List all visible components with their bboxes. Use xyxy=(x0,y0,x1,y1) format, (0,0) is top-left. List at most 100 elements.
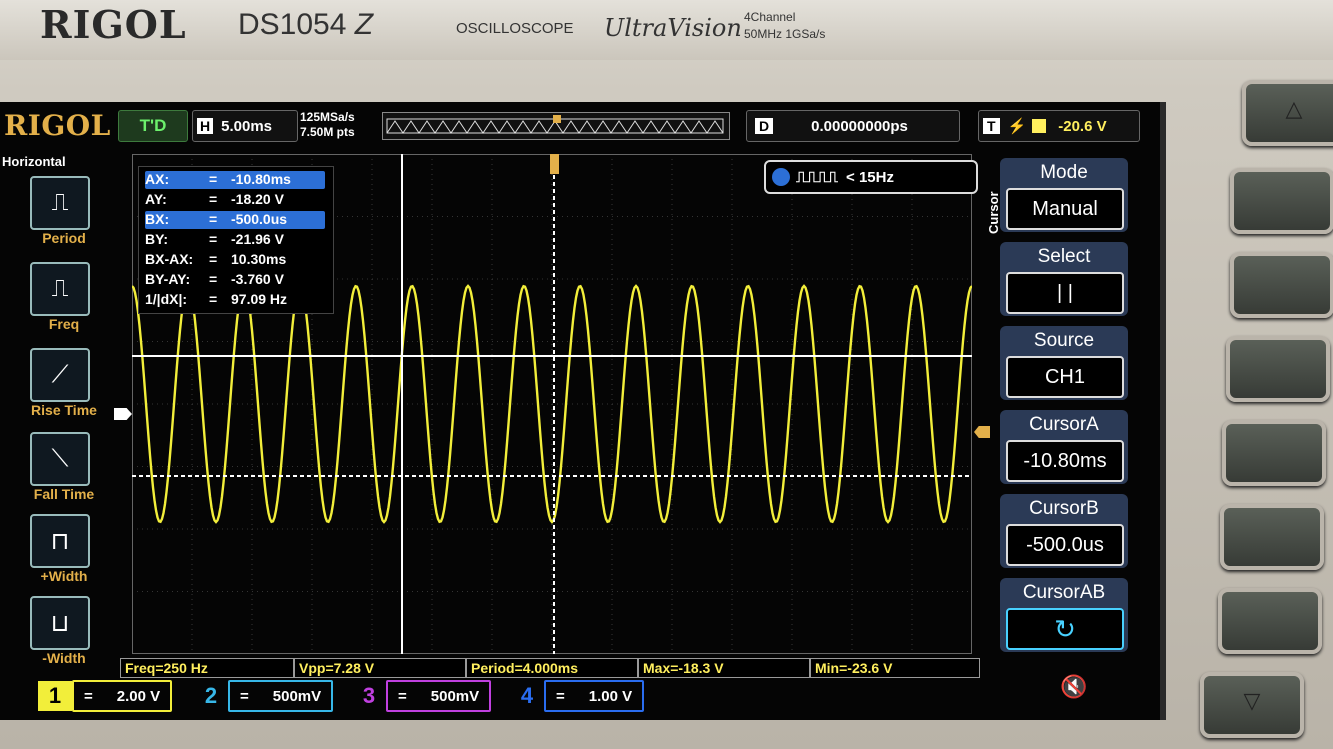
cursor-readout-row: BY-AY: = -3.760 V xyxy=(145,271,284,287)
trigger-position-marker xyxy=(550,154,559,174)
menu-item-period[interactable]: ⎍ Period xyxy=(14,174,106,254)
cursor-readout-panel: AX: = -10.80ms AY: = -18.20 V BX: = -500.0us B… xyxy=(138,166,334,314)
channel-1-number: 1 xyxy=(38,681,72,711)
menu-up-button[interactable]: △ xyxy=(1242,80,1333,146)
cursor-readout-row: BX: = -500.0us xyxy=(145,211,325,229)
counter-icon xyxy=(772,168,790,186)
measurement-item: Vpp=7.28 V xyxy=(294,658,466,678)
cursor-a-title: CursorA xyxy=(1029,414,1099,435)
menu-softkey-5[interactable] xyxy=(1220,504,1324,570)
menu-item-freq[interactable]: ⎍ Freq xyxy=(14,260,106,340)
counter-value: < 15Hz xyxy=(846,168,894,186)
menu-item-period-label: Period xyxy=(42,230,86,246)
channel-1-ground-marker xyxy=(114,408,132,420)
fall-time-icon: ⟍ xyxy=(30,432,90,486)
horizontal-menu-title: Horizontal xyxy=(2,154,66,169)
channel-2-badge[interactable]: 2 = 500mV xyxy=(194,680,334,712)
menu-item-rise-time-label: Rise Time xyxy=(31,402,97,418)
channel-3-scale: = 500mV xyxy=(386,680,492,712)
trigger-value: -20.6 V xyxy=(1058,117,1107,135)
timebase-value: 5.00ms xyxy=(221,117,272,135)
channel-3-badge[interactable]: 3 = 500mV xyxy=(352,680,492,712)
trigger-source-icon xyxy=(1032,119,1047,133)
spec-channels: 4Channel xyxy=(744,10,796,24)
cursor-ab-title: CursorAB xyxy=(1022,582,1106,603)
memory-strip-graphic xyxy=(386,115,724,134)
series-logo: UltraVision xyxy=(604,14,742,42)
down-arrow-icon: ▽ xyxy=(1243,688,1261,713)
delay-value: 0.00000000ps xyxy=(811,117,908,135)
trigger-indicator: T ⚡ -20.6 V xyxy=(978,110,1140,142)
channel-4-scale: = 1.00 V xyxy=(544,680,645,712)
cursor-menu-title: Cursor xyxy=(986,191,1001,234)
spec-bandwidth: 50MHz 1GSa/s xyxy=(744,27,826,41)
menu-item-pos-width-label: +Width xyxy=(40,568,88,584)
menu-softkey-2[interactable] xyxy=(1230,252,1333,318)
menu-item-cursor-a[interactable]: CursorA -10.80ms xyxy=(1000,410,1128,484)
cursor-readout-row: 1/|dX|: = 97.09 Hz xyxy=(145,291,288,307)
menu-item-mode[interactable]: Mode Manual xyxy=(1000,158,1128,232)
cursor-menu: Cursor Mode Manual Select | | Source CH1… xyxy=(984,154,1144,654)
menu-item-rise-time[interactable]: ⟋ Rise Time xyxy=(14,346,106,426)
channel-4-number: 4 xyxy=(520,683,534,708)
cursor-b-title: CursorB xyxy=(1029,498,1099,519)
cursor-ab-knob-icon: ↻ xyxy=(1006,608,1124,650)
menu-item-select[interactable]: Select | | xyxy=(1000,242,1128,316)
freq-icon: ⎍ xyxy=(30,262,90,316)
menu-softkey-1[interactable] xyxy=(1230,168,1333,234)
menu-softkey-4[interactable] xyxy=(1222,420,1326,486)
channel-2-scale: = 500mV xyxy=(228,680,334,712)
source-title: Source xyxy=(1033,330,1095,351)
menu-item-fall-time[interactable]: ⟍ Fall Time xyxy=(14,430,106,510)
channel-4-badge[interactable]: 4 = 1.00 V xyxy=(510,680,645,712)
menu-item-neg-width[interactable]: ⊔ -Width xyxy=(14,594,106,674)
cursor-readout-row: BY: = -21.96 V xyxy=(145,231,284,247)
up-arrow-icon: △ xyxy=(1285,96,1303,121)
scope-screen: RIGOL T'D H 5.00ms 125MSa/s 7.50M pts D … xyxy=(0,102,1166,720)
mode-title: Mode xyxy=(1040,162,1088,183)
pos-width-icon: ⊓ xyxy=(30,514,90,568)
delay-key: D xyxy=(755,118,774,134)
measurement-item: Min=-23.6 V xyxy=(810,658,980,678)
brand-logo: RIGOL xyxy=(40,2,187,47)
horizontal-menu: Horizontal ⎍ Period ⎍ Freq ⟋ Rise Time ⟍… xyxy=(0,150,112,670)
measurement-bar: Freq=250 Hz Vpp=7.28 V Period=4.000ms Ma… xyxy=(120,658,980,678)
timebase-key: H xyxy=(197,118,214,134)
menu-item-source[interactable]: Source CH1 xyxy=(1000,326,1128,400)
cursor-b-value: -500.0us xyxy=(1006,524,1124,566)
cursor-a-value: -10.80ms xyxy=(1006,440,1124,482)
memory-overview-strip xyxy=(382,112,730,140)
measurement-item: Max=-18.3 V xyxy=(638,658,810,678)
period-icon: ⎍ xyxy=(30,176,90,230)
measurement-item: Period=4.000ms xyxy=(466,658,638,678)
menu-down-button[interactable]: ▽ xyxy=(1200,672,1304,738)
acquisition-info: 125MSa/s 7.50M pts xyxy=(300,108,378,142)
menu-item-pos-width[interactable]: ⊓ +Width xyxy=(14,512,106,592)
cursor-readout-row: AX: = -10.80ms xyxy=(145,171,325,189)
menu-softkey-3[interactable] xyxy=(1226,336,1330,402)
square-wave-icon: ⎍⎍⎍⎍ xyxy=(796,168,839,186)
channel-2-number: 2 xyxy=(204,683,218,708)
channel-bar: 1 = 2.00 V 2 = 500mV 3 = 500mV 4 = 1.00 V xyxy=(38,680,698,716)
trigger-edge-icon: ⚡ xyxy=(1007,118,1027,135)
screen-logo: RIGOL xyxy=(4,108,111,142)
device-type: OSCILLOSCOPE xyxy=(456,20,574,37)
sound-mute-icon[interactable]: 🔇 xyxy=(1060,674,1087,700)
channel-3-number: 3 xyxy=(362,683,376,708)
menu-softkey-6[interactable] xyxy=(1218,588,1322,654)
model-name: DS1054 Z xyxy=(238,8,374,41)
menu-item-cursor-b[interactable]: CursorB -500.0us xyxy=(1000,494,1128,568)
select-value: | | xyxy=(1006,272,1124,314)
sample-rate: 125MSa/s xyxy=(300,110,355,124)
rise-time-icon: ⟋ xyxy=(30,348,90,402)
menu-item-cursor-ab[interactable]: CursorAB ↻ xyxy=(1000,578,1128,652)
run-status-badge: T'D xyxy=(118,110,188,142)
cursor-readout-row: BX-AX: = 10.30ms xyxy=(145,251,287,267)
menu-item-freq-label: Freq xyxy=(48,316,80,332)
channel-1-scale: = 2.00 V xyxy=(72,680,173,712)
source-value: CH1 xyxy=(1006,356,1124,398)
menu-item-neg-width-label: -Width xyxy=(42,650,86,666)
channel-1-badge[interactable]: 1 = 2.00 V xyxy=(38,680,173,712)
trigger-key: T xyxy=(983,118,1000,134)
measurement-item: Freq=250 Hz xyxy=(120,658,294,678)
